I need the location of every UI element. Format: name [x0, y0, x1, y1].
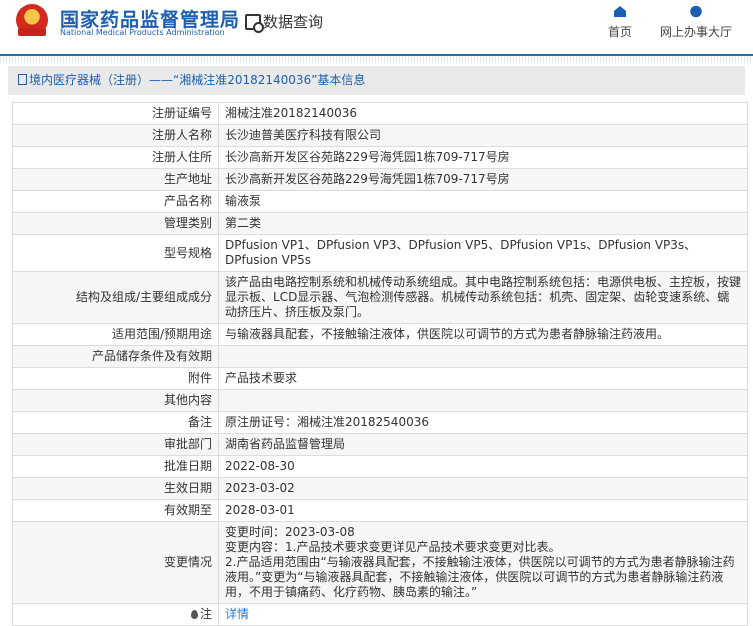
field-label: 备注 — [12, 411, 219, 434]
field-value: 2023-03-02 — [218, 477, 748, 500]
field-label: 变更情况 — [12, 521, 219, 604]
table-row: 注册证编号 湘械注准20182140036 — [12, 102, 748, 125]
table-row: 其他内容 — [12, 389, 748, 412]
logo-subtitle: National Medical Products Administration — [60, 28, 225, 37]
field-label: 有效期至 — [12, 499, 219, 522]
home-icon — [614, 6, 626, 17]
details-link[interactable]: 详情 — [225, 607, 249, 621]
field-value: 输液泵 — [218, 190, 748, 213]
breadcrumb-text: 境内医疗器械（注册）——“湘械注准20182140036”基本信息 — [29, 73, 366, 87]
change-line: 变更时间：2023-03-08 — [225, 525, 355, 539]
table-row: 结构及组成/主要组成成分 该产品由电路控制系统和机械传动系统组成。其中电路控制系统… — [12, 271, 748, 324]
site-header: 国家药品监督管理局 National Medical Products Admi… — [0, 0, 753, 56]
table-row: 型号规格 DPfusion VP1、DPfusion VP3、DPfusion V… — [12, 234, 748, 272]
breadcrumb: 境内医疗器械（注册）——“湘械注准20182140036”基本信息 — [8, 66, 745, 95]
field-label: 型号规格 — [12, 234, 219, 272]
table-row: 注册人住所 长沙高新开发区谷苑路229号海凭园1栋709-717号房 — [12, 146, 748, 169]
table-row: 管理类别 第二类 — [12, 212, 748, 235]
note-label: 注 — [199, 607, 212, 621]
change-line: 变更内容：1.产品技术要求变更详见产品技术要求变更对比表。 — [225, 540, 561, 554]
field-value: 长沙高新开发区谷苑路229号海凭园1栋709-717号房 — [218, 146, 748, 169]
field-label: 结构及组成/主要组成成分 — [12, 271, 219, 324]
table-row: 变更情况 变更时间：2023-03-08 变更内容：1.产品技术要求变更详见产品技术… — [12, 521, 748, 604]
field-value: 原注册证号：湘械注准20182540036 — [218, 411, 748, 434]
field-value: 该产品由电路控制系统和机械传动系统组成。其中电路控制系统包括：电源供电板、主控板… — [218, 271, 748, 324]
field-value — [218, 389, 748, 412]
nav-online-hall[interactable]: 网上办事大厅 — [660, 6, 732, 40]
pin-icon — [190, 610, 198, 619]
table-row: 注册人名称 长沙迪普美医疗科技有限公司 — [12, 124, 748, 147]
divider — [0, 56, 753, 62]
document-icon — [18, 74, 27, 85]
field-value: 湖南省药品监督管理局 — [218, 433, 748, 456]
table-row: 产品名称 输液泵 — [12, 190, 748, 213]
field-value: 湘械注准20182140036 — [218, 102, 748, 125]
field-label: 管理类别 — [12, 212, 219, 235]
field-label: 注册人住所 — [12, 146, 219, 169]
field-label: 批准日期 — [12, 455, 219, 478]
data-query-label: 数据查询 — [263, 13, 324, 31]
field-label: 生效日期 — [12, 477, 219, 500]
field-label: 注册人名称 — [12, 124, 219, 147]
field-value — [218, 345, 748, 368]
change-line: 2.产品适用范围由“与输液器具配套，不接触输注液体，供医院以可调节的方式为患者静… — [225, 555, 735, 599]
field-label: 其他内容 — [12, 389, 219, 412]
field-label: 附件 — [12, 367, 219, 390]
field-label: 审批部门 — [12, 433, 219, 456]
table-row: 有效期至 2028-03-01 — [12, 499, 748, 522]
field-value: 2022-08-30 — [218, 455, 748, 478]
field-label: 注册证编号 — [12, 102, 219, 125]
table-row: 适用范围/预期用途 与输液器具配套，不接触输注液体，供医院以可调节的方式为患者静脉… — [12, 323, 748, 346]
field-label: 产品名称 — [12, 190, 219, 213]
field-value: 长沙迪普美医疗科技有限公司 — [218, 124, 748, 147]
field-value: 第二类 — [218, 212, 748, 235]
field-label: 产品储存条件及有效期 — [12, 345, 219, 368]
table-row: 生效日期 2023-03-02 — [12, 477, 748, 500]
user-icon — [690, 6, 702, 17]
field-label: 生产地址 — [12, 168, 219, 191]
table-row: 产品储存条件及有效期 — [12, 345, 748, 368]
table-row: 审批部门 湖南省药品监督管理局 — [12, 433, 748, 456]
field-value: 与输液器具配套，不接触输注液体，供医院以可调节的方式为患者静脉输注药液用。 — [218, 323, 748, 346]
table-row: 批准日期 2022-08-30 — [12, 455, 748, 478]
field-value: 长沙高新开发区谷苑路229号海凭园1栋709-717号房 — [218, 168, 748, 191]
nav-home[interactable]: 首页 — [608, 6, 632, 40]
table-row: 生产地址 长沙高新开发区谷苑路229号海凭园1栋709-717号房 — [12, 168, 748, 191]
field-value: DPfusion VP1、DPfusion VP3、DPfusion VP5、D… — [218, 234, 748, 272]
document-search-icon — [245, 13, 264, 33]
field-value: 变更时间：2023-03-08 变更内容：1.产品技术要求变更详见产品技术要求变更… — [218, 521, 748, 604]
field-value: 2028-03-01 — [218, 499, 748, 522]
nav-online-hall-label: 网上办事大厅 — [660, 25, 733, 39]
field-value: 产品技术要求 — [218, 367, 748, 390]
field-label: 适用范围/预期用途 — [12, 323, 219, 346]
emblem-base — [18, 28, 46, 36]
nav-home-label: 首页 — [608, 25, 633, 39]
detail-table: 注册证编号 湘械注准20182140036 注册人名称 长沙迪普美医疗科技有限公司 注册… — [12, 102, 748, 626]
data-query-link[interactable]: 数据查询 — [245, 11, 324, 33]
table-row: 附件 产品技术要求 — [12, 367, 748, 390]
table-row: 备注 原注册证号：湘械注准20182540036 — [12, 411, 748, 434]
